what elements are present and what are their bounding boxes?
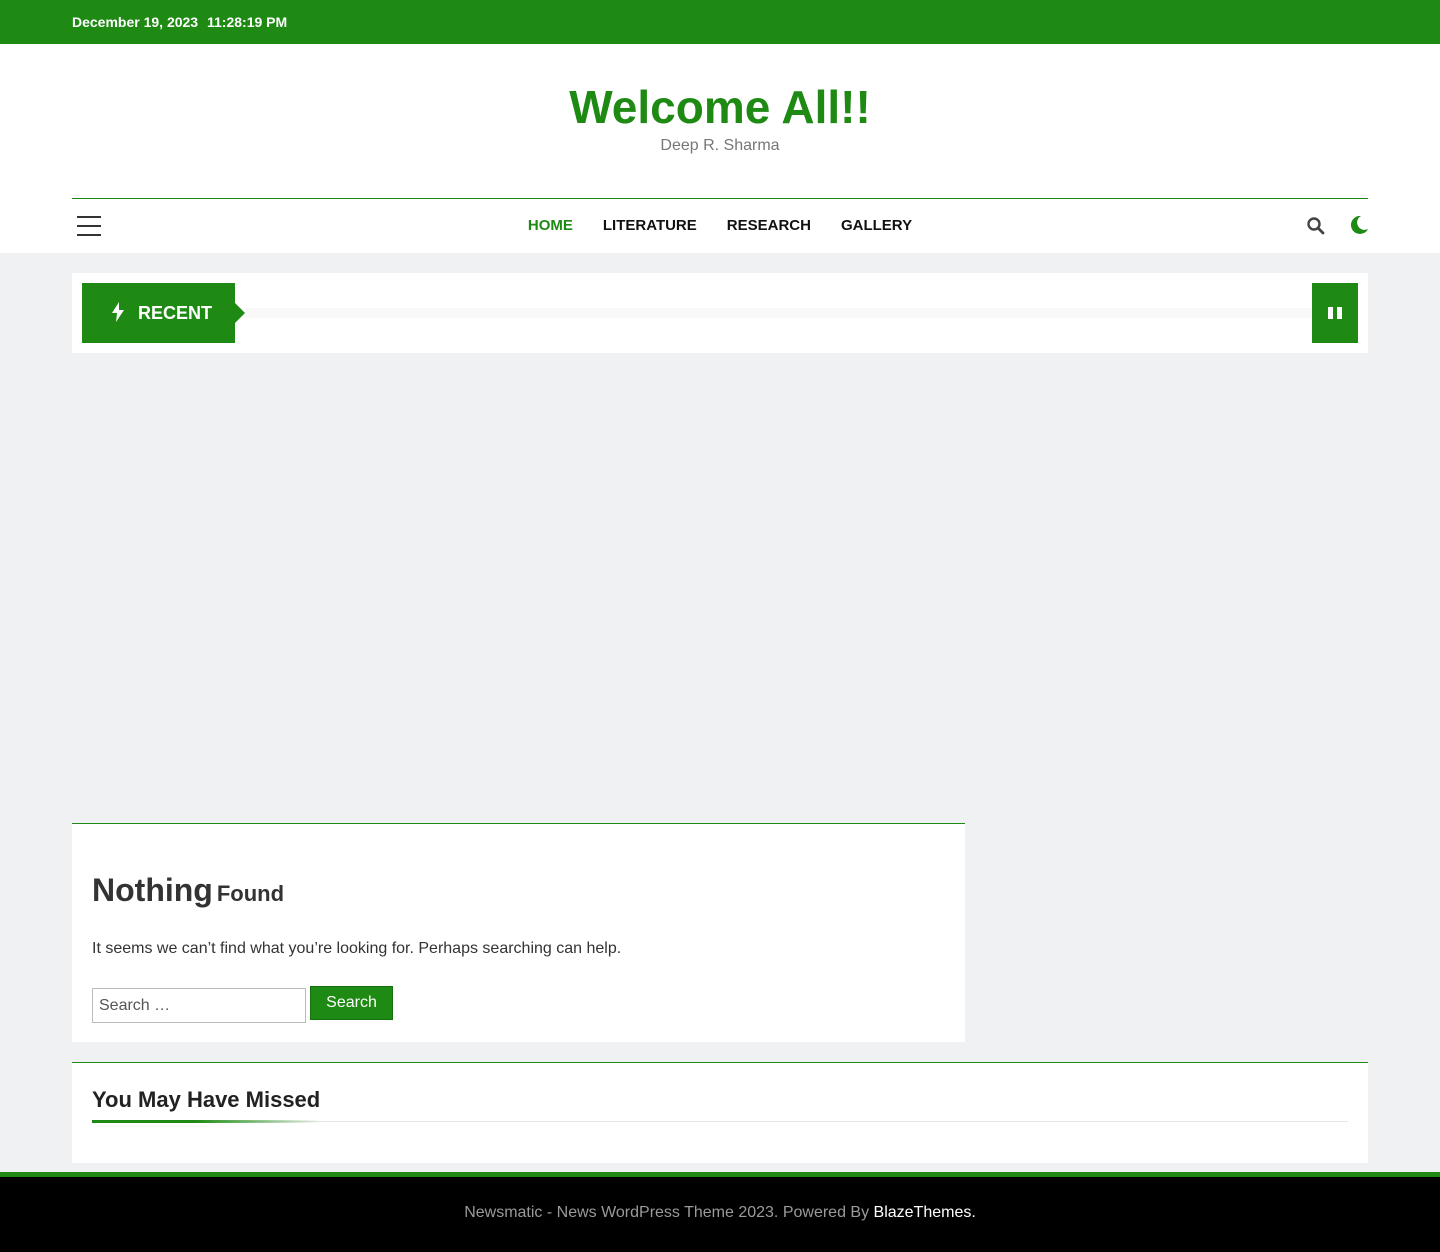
site-description: Deep R. Sharma [660,137,780,154]
nav-divider [72,198,1368,199]
news-ticker: RECENT [72,273,1368,353]
site-footer: Newsmatic - News WordPress Theme 2023. P… [0,1177,1440,1252]
current-date: December 19, 2023 [72,14,199,30]
nav-item-gallery[interactable]: GALLERY [841,217,912,234]
footer-credits: Newsmatic - News WordPress Theme 2023. P… [0,1204,1440,1222]
site-title[interactable]: Welcome All!! [0,80,1440,134]
moon-icon[interactable] [1348,214,1370,236]
bolt-icon [112,302,124,327]
search-button[interactable]: Search [310,986,393,1020]
nav-item-research[interactable]: RESEARCH [727,217,811,234]
site-header: Welcome All!! Deep R. Sharma HOME LITERA… [0,44,1440,253]
top-bar: December 19, 2023 11:28:19 PM [0,0,1440,44]
footer-text: Newsmatic - News WordPress Theme 2023. P… [464,1204,870,1221]
no-results-box: Nothing Found It seems we can’t find what… [72,823,965,1042]
pause-icon[interactable] [1312,283,1358,343]
current-time: 11:28:19 PM [207,14,288,30]
you-may-have-missed-section: You May Have Missed [72,1062,1368,1163]
title-found: Found [216,881,285,906]
title-nothing: Nothing [92,872,213,908]
search-icon[interactable] [1306,216,1326,236]
ticker-label: RECENT [82,283,245,343]
page-title: Nothing Found [92,872,284,909]
section-accent-bar [92,1120,320,1123]
ticker-content [245,308,1312,318]
nav-item-literature[interactable]: LITERATURE [603,217,697,234]
search-input[interactable] [92,988,306,1023]
no-results-message: It seems we can’t find what you’re looki… [92,940,622,957]
footer-link-blazethemes[interactable]: BlazeThemes. [874,1204,976,1221]
main-nav: HOME LITERATURE RESEARCH GALLERY [0,217,1440,234]
ticker-title: RECENT [138,303,213,323]
section-title: You May Have Missed [92,1087,321,1112]
nav-item-home[interactable]: HOME [528,217,573,234]
